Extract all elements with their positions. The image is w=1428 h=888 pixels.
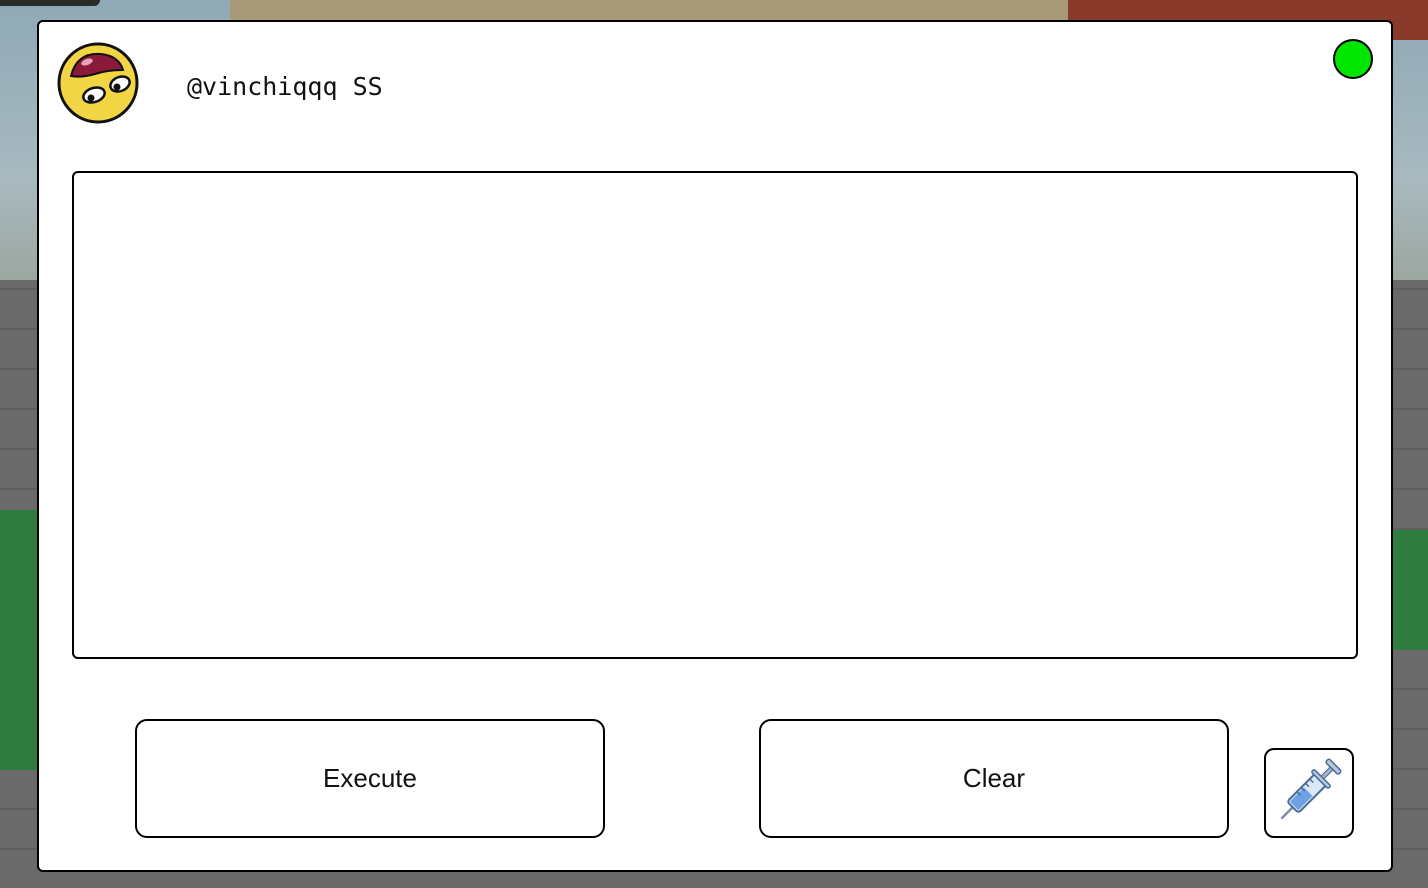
- inject-button[interactable]: [1264, 748, 1354, 838]
- clear-button-label: Clear: [962, 763, 1026, 793]
- script-editor[interactable]: [72, 171, 1358, 659]
- execute-button-label: Execute: [323, 763, 417, 793]
- top-corner-shadow: [0, 0, 100, 6]
- username-label: @vinchiqqq SS: [187, 72, 383, 101]
- execute-button[interactable]: Execute: [135, 719, 605, 838]
- clear-button[interactable]: Clear: [759, 719, 1229, 838]
- awesome-face-icon: [57, 42, 139, 124]
- executor-window: @vinchiqqq SS Execute Clear: [37, 20, 1393, 872]
- status-indicator: [1333, 39, 1373, 79]
- green-block-right: [1390, 530, 1428, 650]
- syringe-icon: [1270, 752, 1348, 834]
